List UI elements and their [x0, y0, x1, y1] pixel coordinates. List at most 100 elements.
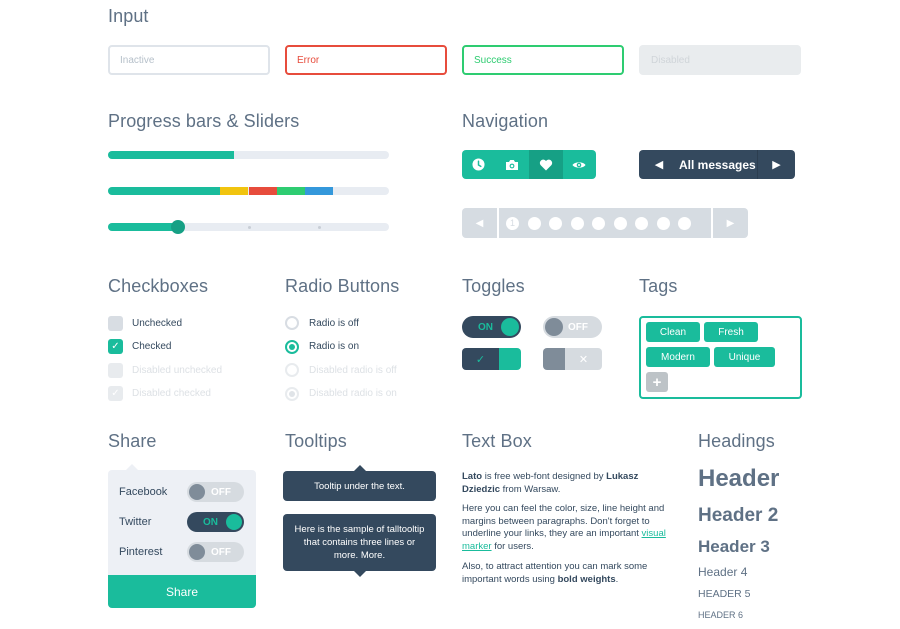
tags-input[interactable]: Clean Fresh Modern Unique + [639, 316, 802, 399]
heart-icon [539, 159, 552, 170]
checkbox-checked: ✓ [108, 386, 123, 401]
icon-nav [462, 150, 596, 179]
section-title-input: Input [108, 6, 149, 26]
progress-segment [220, 187, 249, 195]
nav-eye-button[interactable] [563, 150, 597, 179]
progress-segment [276, 187, 305, 195]
toggle-state: OFF [211, 546, 231, 558]
twitter-toggle[interactable]: ON [187, 512, 244, 532]
section-title-navigation: Navigation [462, 111, 549, 131]
toggle-on-label: ON [478, 321, 493, 333]
square-toggle-on[interactable]: ✓ [462, 348, 521, 370]
pager-prev-button[interactable]: ◀ [462, 208, 497, 238]
toggle-on[interactable]: ON [462, 316, 521, 338]
pager-next-button[interactable]: ▶ [713, 208, 748, 238]
checkbox-checked[interactable]: ✓ [108, 339, 123, 354]
section-title-toggles: Toggles [462, 276, 525, 296]
radio-off[interactable] [285, 316, 299, 330]
success-input[interactable]: Success [462, 45, 624, 75]
radio-row: Disabled radio is off [285, 362, 397, 378]
section-title-tooltips: Tooltips [285, 431, 347, 451]
page-dot[interactable] [549, 216, 562, 230]
camera-icon [506, 159, 519, 170]
tag[interactable]: Modern [646, 347, 710, 367]
section-title-progress: Progress bars & Sliders [108, 111, 300, 131]
toggle-knob [226, 514, 242, 530]
pagination: ◀ 1 ▶ [462, 208, 748, 238]
section-title-checkboxes: Checkboxes [108, 276, 209, 296]
facebook-toggle[interactable]: OFF [187, 482, 244, 502]
share-label-facebook: Facebook [119, 486, 168, 498]
messages-label[interactable]: All messages [679, 150, 757, 179]
toggle-state: ON [203, 516, 218, 528]
heading-6: HEADER 6 [698, 610, 744, 620]
page-dot[interactable] [678, 216, 691, 230]
radio-row[interactable]: Radio is off [285, 315, 359, 331]
slider[interactable] [108, 220, 389, 234]
check-icon: ✓ [462, 348, 499, 370]
page-dot[interactable] [592, 216, 605, 230]
text: from Warsaw. [500, 483, 561, 495]
square-toggle-off[interactable]: ✕ [543, 348, 602, 370]
slider-fill [108, 223, 179, 231]
checkbox-row[interactable]: ✓ Checked [108, 339, 171, 355]
slider-tick [247, 226, 251, 229]
arrow-right-icon: ▶ [726, 217, 735, 229]
error-input[interactable]: Error [285, 45, 447, 75]
inactive-input[interactable]: Inactive [108, 45, 270, 75]
text: Here you can feel the color, size, line … [462, 503, 665, 539]
page-dot[interactable] [656, 216, 670, 230]
radio-row[interactable]: Radio is on [285, 339, 359, 355]
bold-text: bold weights [557, 573, 616, 585]
page-dot[interactable] [570, 216, 584, 230]
checkbox-label: Disabled unchecked [132, 364, 223, 376]
arrow-right-icon: ▶ [772, 159, 781, 171]
textbox-paragraph-3: Also, to attract attention you can mark … [462, 561, 672, 586]
page-dot[interactable] [635, 216, 648, 230]
tag[interactable]: Fresh [704, 322, 758, 342]
checkbox-row[interactable]: Unchecked [108, 315, 182, 331]
tag[interactable]: Unique [714, 347, 775, 367]
disabled-input: Disabled [639, 45, 801, 75]
toggle-knob [189, 484, 205, 500]
textbox-paragraph-2: Here you can feel the color, size, line … [462, 503, 672, 553]
add-tag-button[interactable]: + [646, 372, 668, 392]
clock-icon [472, 158, 485, 171]
pinterest-toggle[interactable]: OFF [187, 542, 244, 562]
square-toggle-knob [543, 348, 565, 370]
tag[interactable]: Clean [646, 322, 700, 342]
toggle-off-label: OFF [568, 321, 588, 333]
share-label-pinterest: Pinterest [119, 546, 163, 558]
messages-next-button[interactable]: ▶ [757, 150, 795, 179]
text: . [615, 573, 619, 585]
messages-prev-button[interactable]: ◀ [639, 150, 679, 179]
page-dot-current[interactable]: 1 [506, 216, 519, 230]
section-title-tags: Tags [639, 276, 678, 296]
checkbox-unchecked [108, 362, 123, 378]
heading-3: Header 3 [698, 537, 770, 556]
radio-label: Radio is on [309, 341, 360, 352]
arrow-left-icon: ◀ [654, 159, 664, 171]
checkbox-label: Checked [132, 341, 172, 352]
tooltip-short: Tooltip under the text. [283, 465, 436, 501]
checkbox-unchecked[interactable] [108, 315, 123, 331]
progress-segment [304, 187, 333, 195]
eye-icon [572, 161, 586, 168]
nav-camera-button[interactable] [496, 150, 530, 179]
check-icon: ✓ [111, 388, 120, 399]
page-dot[interactable] [613, 216, 627, 230]
page-dot[interactable] [527, 216, 541, 230]
bold-text: Lato [462, 471, 483, 482]
share-button[interactable]: Share [108, 575, 256, 608]
radio-on[interactable] [285, 339, 299, 354]
section-title-headings: Headings [698, 431, 775, 451]
progress-segment [108, 187, 221, 195]
toggle-knob [501, 318, 519, 336]
nav-heart-button[interactable] [529, 150, 563, 179]
heading-2: Header 2 [698, 505, 779, 526]
nav-clock-button[interactable] [462, 150, 496, 179]
text: for users. [491, 540, 534, 552]
toggle-off[interactable]: OFF [543, 316, 602, 338]
slider-handle[interactable] [171, 220, 186, 234]
plus-icon: + [652, 373, 662, 391]
